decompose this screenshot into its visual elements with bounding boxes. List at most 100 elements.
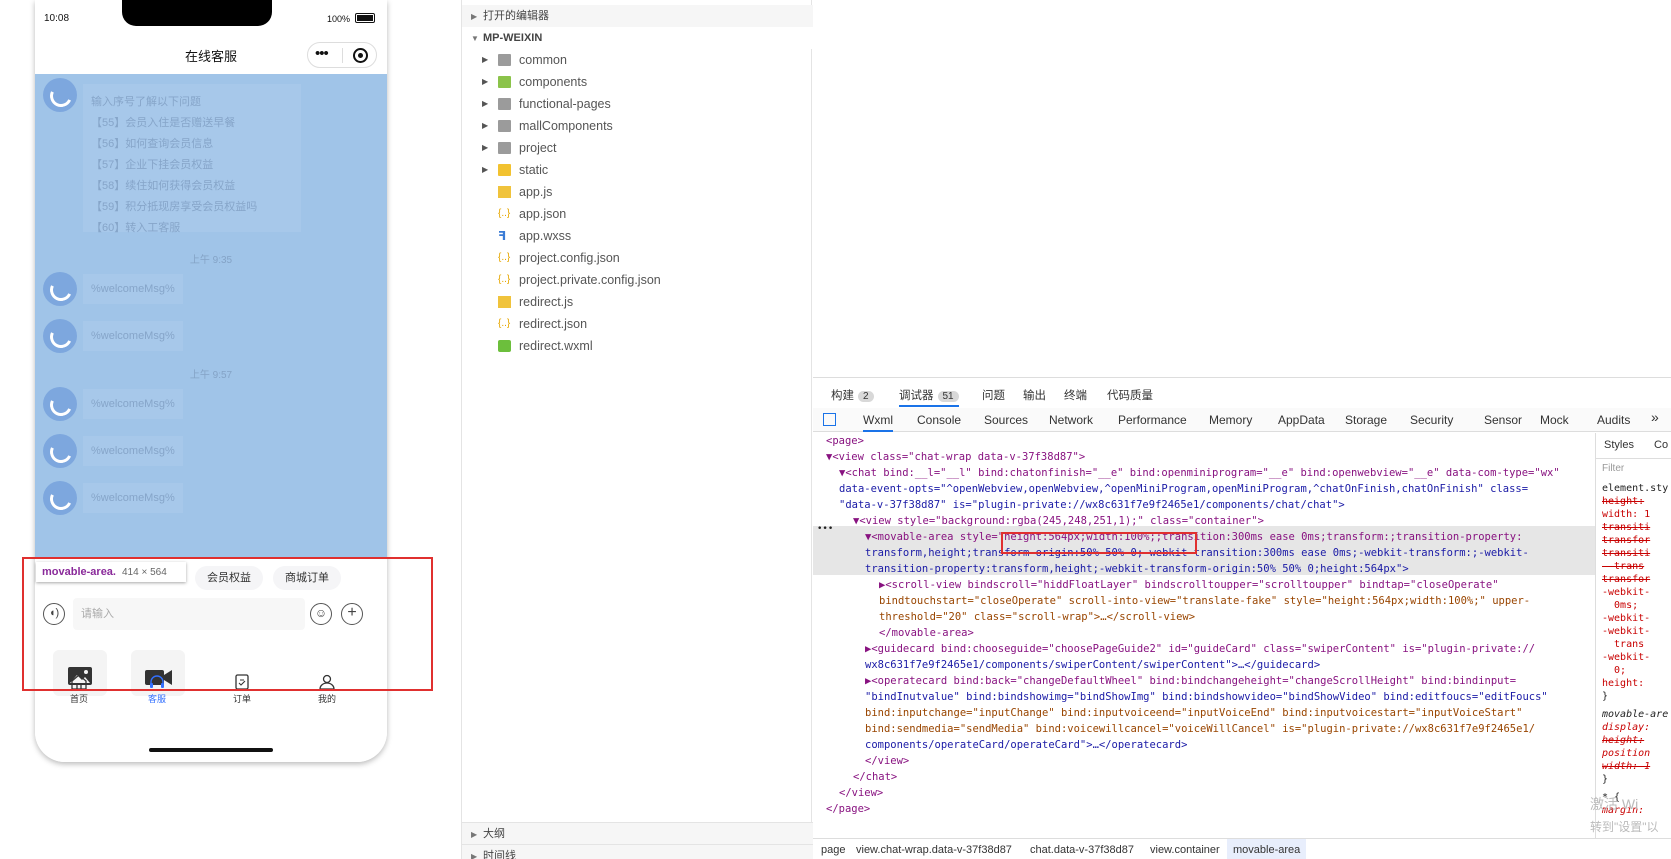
style-prop[interactable]: width: 1: [1602, 760, 1650, 773]
faq-line[interactable]: 【60】转入工客服: [91, 218, 293, 239]
tree-item-project-private-config[interactable]: {..} project.private.config.json: [462, 269, 813, 291]
style-prop[interactable]: transfor: [1602, 573, 1650, 586]
chevron-right-icon: ▶: [482, 165, 489, 174]
tab-sensor[interactable]: Sensor: [1484, 413, 1522, 427]
tree-item-components[interactable]: ▶ components: [462, 71, 813, 93]
code-line[interactable]: </movable-area>: [879, 625, 974, 641]
tree-item-mallcomponents[interactable]: ▶ mallComponents: [462, 115, 813, 137]
panel-tab-debugger[interactable]: 调试器 51: [899, 387, 959, 407]
close-record-icon[interactable]: [353, 48, 368, 63]
chevron-right-icon: ▶: [471, 830, 478, 839]
faq-line[interactable]: 【59】积分抵现房享受会员权益吗: [91, 197, 293, 218]
project-header[interactable]: ▼ MP-WEIXIN: [462, 27, 813, 49]
code-line[interactable]: ▶<guidecard bind:chooseguide="choosePage…: [865, 641, 1535, 657]
tab-console[interactable]: Console: [917, 413, 961, 427]
more-icon[interactable]: •••: [315, 45, 329, 62]
outline-header[interactable]: ▶ 大纲: [462, 822, 813, 844]
code-line[interactable]: ▶<operatecard bind:back="changeDefaultWh…: [865, 673, 1516, 689]
code-line: components/operateCard/operateCard">…</o…: [865, 739, 1188, 751]
faq-menu-bubble: 输入序号了解以下问题 【55】会员入住是否赠送早餐 【56】如何查询会员信息 【…: [83, 84, 301, 234]
styles-tab-bar: Styles Co: [1596, 433, 1671, 459]
mini-program-capsule[interactable]: •••: [307, 42, 377, 68]
tab-storage[interactable]: Storage: [1345, 413, 1387, 427]
tab-wxml[interactable]: Wxml: [863, 413, 893, 432]
style-prop[interactable]: transfor: [1602, 534, 1650, 547]
panel-tab-code-quality[interactable]: 代码质量: [1107, 387, 1153, 403]
style-prop[interactable]: display:: [1602, 721, 1650, 734]
tree-item-app-json[interactable]: {..} app.json: [462, 203, 813, 225]
code-line[interactable]: </chat>: [853, 769, 897, 785]
file-explorer: ▶ 打开的编辑器 ▼ MP-WEIXIN ▶ common ▶ components ▶…: [461, 0, 813, 859]
style-prop[interactable]: width: 1: [1602, 508, 1650, 521]
code-line: "data-v-37f38d87" is="plugin-private://w…: [839, 499, 1345, 511]
bot-avatar: [43, 272, 77, 306]
breadcrumb-item[interactable]: view.chat-wrap.data-v-37f38d87: [850, 839, 1018, 859]
tab-security[interactable]: Security: [1410, 413, 1453, 427]
more-tabs-icon[interactable]: »: [1651, 409, 1659, 425]
style-prop[interactable]: transiti: [1602, 521, 1650, 534]
faq-line[interactable]: 【58】续住如何获得会员权益: [91, 176, 293, 197]
code-line[interactable]: ▼<view class="chat-wrap data-v-37f38d87"…: [826, 449, 1085, 465]
style-prop[interactable]: height:: [1602, 734, 1644, 747]
code-line[interactable]: ▶<scroll-view bindscroll="hiddFloatLayer…: [879, 577, 1499, 593]
style-prop[interactable]: -webkit-: [1602, 651, 1650, 664]
code-line[interactable]: </page>: [826, 801, 870, 817]
tree-item-redirect-js[interactable]: redirect.js: [462, 291, 813, 313]
code-line[interactable]: ▼<view style="background:rgba(245,248,25…: [853, 513, 1264, 529]
tree-item-app-js[interactable]: app.js: [462, 181, 813, 203]
code-line[interactable]: </view>: [865, 753, 909, 769]
tab-audits[interactable]: Audits: [1597, 413, 1630, 427]
style-prop[interactable]: position: [1602, 747, 1650, 760]
tree-item-functional-pages[interactable]: ▶ functional-pages: [462, 93, 813, 115]
style-value-highlight: [1001, 532, 1197, 554]
ellipsis-icon[interactable]: •••: [817, 521, 833, 537]
breadcrumb-item[interactable]: view.container: [1144, 839, 1226, 859]
tree-item-common[interactable]: ▶ common: [462, 49, 813, 71]
tree-item-redirect-json[interactable]: {..} redirect.json: [462, 313, 813, 335]
breadcrumb-item[interactable]: page: [815, 839, 851, 859]
style-prop[interactable]: 0;: [1602, 664, 1626, 677]
timeline-header[interactable]: ▶ 时间线: [462, 844, 813, 859]
tab-memory[interactable]: Memory: [1209, 413, 1252, 427]
tab-mock[interactable]: Mock: [1540, 413, 1569, 427]
style-prop[interactable]: -webkit-: [1602, 612, 1650, 625]
panel-tab-problems[interactable]: 问题: [982, 387, 1005, 403]
tree-item-label: project.config.json: [519, 251, 620, 265]
style-prop[interactable]: 0ms;: [1602, 599, 1638, 612]
wxml-tree[interactable]: ••• <page> ▼<view class="chat-wrap data-…: [813, 433, 1595, 838]
chat-scroll-area[interactable]: 输入序号了解以下问题 【55】会员入住是否赠送早餐 【56】如何查询会员信息 【…: [35, 74, 387, 558]
tab-performance[interactable]: Performance: [1118, 413, 1187, 427]
style-prop[interactable]: -webkit-: [1602, 586, 1650, 599]
tab-network[interactable]: Network: [1049, 413, 1093, 427]
tab-sources[interactable]: Sources: [984, 413, 1028, 427]
panel-tab-terminal[interactable]: 终端: [1064, 387, 1087, 403]
tree-item-redirect-wxml[interactable]: redirect.wxml: [462, 335, 813, 357]
styles-filter-input[interactable]: Filter: [1602, 463, 1624, 474]
style-prop[interactable]: trans: [1602, 638, 1644, 651]
tree-item-app-wxss[interactable]: ꟻ app.wxss: [462, 225, 813, 247]
tree-item-project[interactable]: ▶ project: [462, 137, 813, 159]
style-prop[interactable]: -webkit-: [1602, 625, 1650, 638]
breadcrumb-item-selected[interactable]: movable-area: [1227, 839, 1307, 859]
code-line[interactable]: ▼<chat bind:__l="__l" bind:chatonfinish=…: [839, 465, 1560, 481]
style-rule-end: }: [1602, 691, 1609, 702]
panel-tab-build[interactable]: 构建 2: [831, 387, 874, 403]
tab-computed[interactable]: Co: [1654, 439, 1668, 451]
open-editors-header[interactable]: ▶ 打开的编辑器: [462, 5, 813, 27]
breadcrumb-item[interactable]: chat.data-v-37f38d87: [1024, 839, 1140, 859]
style-prop[interactable]: transiti: [1602, 547, 1650, 560]
panel-tab-output[interactable]: 输出: [1023, 387, 1046, 403]
code-line[interactable]: </view>: [839, 785, 883, 801]
tree-item-project-config[interactable]: {..} project.config.json: [462, 247, 813, 269]
inspect-element-icon[interactable]: [823, 413, 836, 426]
faq-line[interactable]: 【57】企业下挂会员权益: [91, 155, 293, 176]
tree-item-static[interactable]: ▶ static: [462, 159, 813, 181]
faq-line[interactable]: 【55】会员入住是否赠送早餐: [91, 113, 293, 134]
tab-styles[interactable]: Styles: [1604, 439, 1634, 451]
code-line[interactable]: <page>: [826, 433, 864, 449]
style-prop[interactable]: height:: [1602, 677, 1644, 690]
style-prop[interactable]: trans: [1602, 560, 1644, 573]
style-prop[interactable]: height:: [1602, 495, 1644, 508]
faq-line[interactable]: 【56】如何查询会员信息: [91, 134, 293, 155]
tab-appdata[interactable]: AppData: [1278, 413, 1325, 427]
